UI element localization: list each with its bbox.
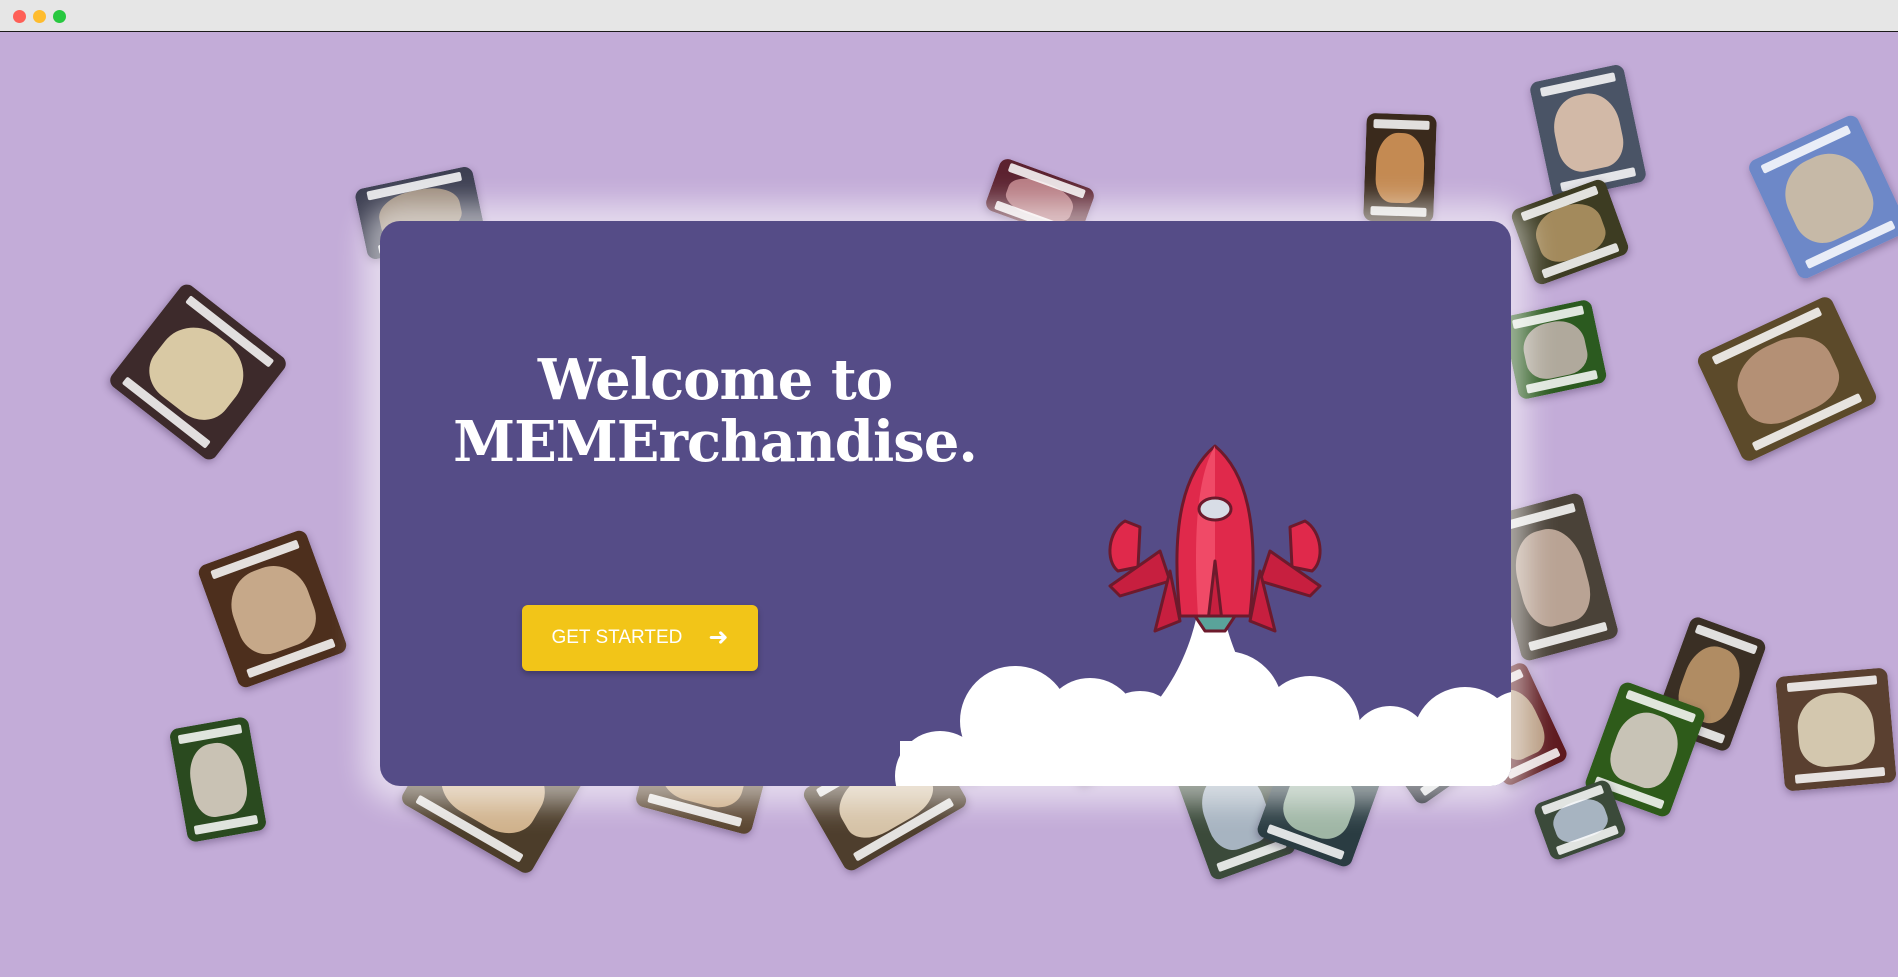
- rocket: [1108, 444, 1322, 633]
- meme-card: [1502, 298, 1608, 401]
- meme-card: [1746, 112, 1898, 282]
- meme-card: [106, 280, 290, 464]
- meme-card-caption: [1370, 205, 1427, 217]
- rocket-launch-illustration: [895, 444, 1511, 786]
- close-window-button[interactable]: [13, 10, 26, 23]
- meme-card: [1528, 63, 1648, 201]
- meme-card: [1509, 177, 1631, 287]
- meme-card: [168, 715, 268, 844]
- meme-card: [196, 528, 349, 690]
- smoke-cloud: [895, 651, 1511, 786]
- minimize-window-button[interactable]: [33, 10, 46, 23]
- title-bar: [0, 0, 1898, 32]
- meme-card: [1363, 112, 1437, 224]
- meme-card: [1775, 667, 1897, 792]
- maximize-window-button[interactable]: [53, 10, 66, 23]
- browser-window: Welcome to MEMErchandise. GET STARTED ➜: [0, 0, 1898, 977]
- landing-page: Welcome to MEMErchandise. GET STARTED ➜: [0, 32, 1898, 977]
- meme-card-subject: [1374, 132, 1425, 204]
- hero-panel: Welcome to MEMErchandise. GET STARTED ➜: [380, 221, 1511, 786]
- meme-card: [1694, 294, 1880, 464]
